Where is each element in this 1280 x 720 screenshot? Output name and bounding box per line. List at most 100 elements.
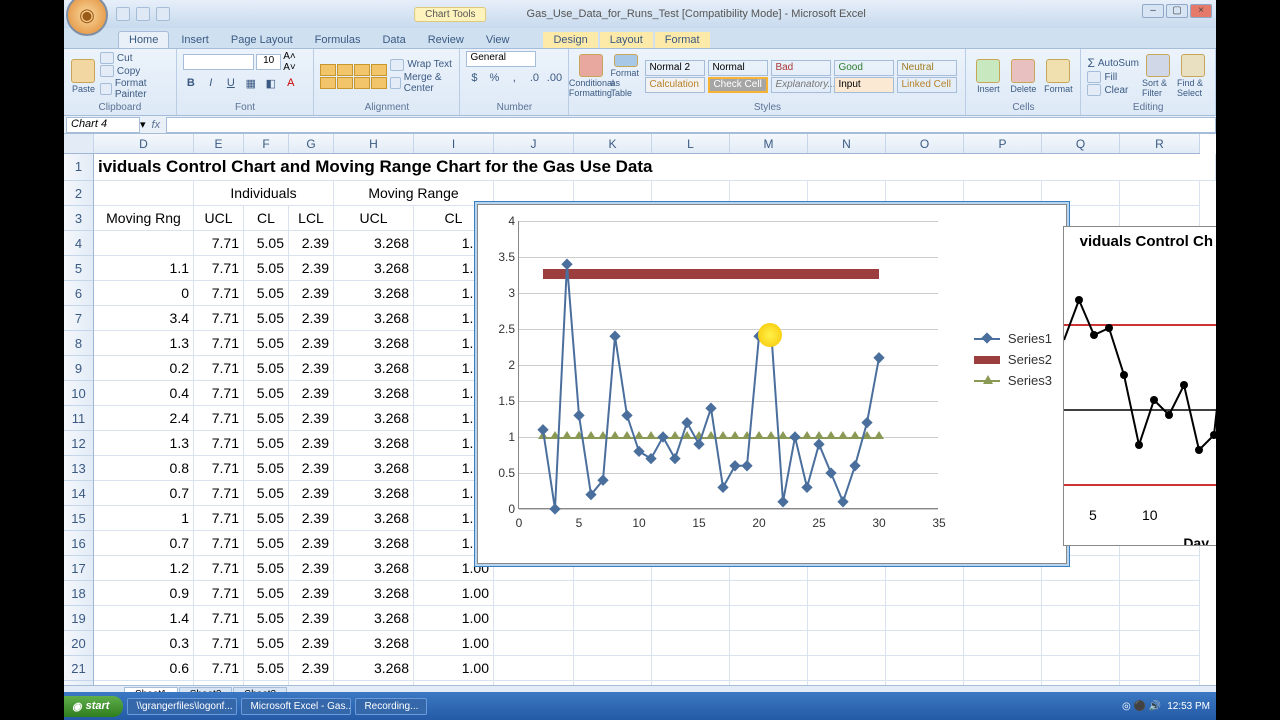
col-header-L[interactable]: L bbox=[652, 134, 730, 153]
col-header-O[interactable]: O bbox=[886, 134, 964, 153]
tab-page-layout[interactable]: Page Layout bbox=[221, 32, 303, 48]
worksheet-area[interactable]: DEFGHIJKLMNOPQR 123456789101112131415161… bbox=[64, 134, 1216, 685]
cut-button[interactable]: Cut bbox=[100, 52, 170, 64]
tab-formulas[interactable]: Formulas bbox=[305, 32, 371, 48]
taskbar-item-1[interactable]: \\grangerfiles\logonf... bbox=[127, 698, 237, 715]
system-tray[interactable]: ◎ ⚫ 🔊12:53 PM bbox=[1122, 701, 1216, 712]
delete-cells-button[interactable]: Delete bbox=[1007, 54, 1039, 98]
chart-plot-area[interactable]: 00.511.522.533.5405101520253035 bbox=[518, 221, 938, 509]
number-format-select[interactable]: General bbox=[466, 51, 536, 67]
minimize-button[interactable]: – bbox=[1142, 4, 1164, 18]
format-painter-button[interactable]: Format Painter bbox=[100, 78, 170, 100]
tab-design[interactable]: Design bbox=[543, 32, 597, 48]
style-input[interactable]: Input bbox=[834, 77, 894, 93]
format-cells-button[interactable]: Format bbox=[1042, 54, 1074, 98]
insert-cells-button[interactable]: Insert bbox=[972, 54, 1004, 98]
col-header-J[interactable]: J bbox=[494, 134, 574, 153]
font-color-button[interactable]: A bbox=[283, 77, 299, 90]
fill-button[interactable]: Fill bbox=[1087, 71, 1139, 83]
bold-button[interactable]: B bbox=[183, 77, 199, 90]
col-header-G[interactable]: G bbox=[289, 134, 334, 153]
tab-insert[interactable]: Insert bbox=[171, 32, 219, 48]
row-header-18[interactable]: 18 bbox=[64, 581, 93, 606]
col-header-K[interactable]: K bbox=[574, 134, 652, 153]
chart-legend[interactable]: Series1 Series2 Series3 bbox=[974, 325, 1052, 394]
taskbar-item-2[interactable]: Microsoft Excel - Gas... bbox=[241, 698, 351, 715]
clear-button[interactable]: Clear bbox=[1087, 84, 1139, 96]
namebox-dropdown[interactable]: ▾ bbox=[140, 118, 146, 131]
style-linked-cell[interactable]: Linked Cell bbox=[897, 77, 957, 93]
style-neutral[interactable]: Neutral bbox=[897, 60, 957, 76]
font-select[interactable] bbox=[183, 54, 254, 70]
row-header-19[interactable]: 19 bbox=[64, 606, 93, 631]
row-header-7[interactable]: 7 bbox=[64, 306, 93, 331]
style-explanatory[interactable]: Explanatory... bbox=[771, 77, 831, 93]
style-normal[interactable]: Normal bbox=[708, 60, 768, 76]
row-header-14[interactable]: 14 bbox=[64, 481, 93, 506]
format-as-table-button[interactable]: Format as Table bbox=[610, 54, 642, 98]
underline-button[interactable]: U bbox=[223, 77, 239, 90]
col-header-I[interactable]: I bbox=[414, 134, 494, 153]
font-size-select[interactable]: 10 bbox=[256, 54, 281, 70]
maximize-button[interactable]: ▢ bbox=[1166, 4, 1188, 18]
fill-color-button[interactable]: ◧ bbox=[263, 77, 279, 90]
col-header-Q[interactable]: Q bbox=[1042, 134, 1120, 153]
row-header-15[interactable]: 15 bbox=[64, 506, 93, 531]
copy-button[interactable]: Copy bbox=[100, 65, 170, 77]
quick-access-toolbar[interactable] bbox=[116, 7, 170, 21]
row-header-9[interactable]: 9 bbox=[64, 356, 93, 381]
paste-button[interactable]: Paste bbox=[70, 54, 97, 98]
col-header-F[interactable]: F bbox=[244, 134, 289, 153]
style-check-cell[interactable]: Check Cell bbox=[708, 77, 768, 93]
conditional-formatting-button[interactable]: Conditional Formatting bbox=[575, 54, 607, 98]
merge-center-button[interactable]: Merge & Center bbox=[390, 72, 453, 94]
tab-review[interactable]: Review bbox=[418, 32, 474, 48]
col-header-E[interactable]: E bbox=[194, 134, 244, 153]
tab-format[interactable]: Format bbox=[655, 32, 710, 48]
row-header-3[interactable]: 3 bbox=[64, 206, 93, 231]
close-button[interactable]: × bbox=[1190, 4, 1212, 18]
row-header-17[interactable]: 17 bbox=[64, 556, 93, 581]
tab-view[interactable]: View bbox=[476, 32, 520, 48]
style-calculation[interactable]: Calculation bbox=[645, 77, 705, 93]
col-header-N[interactable]: N bbox=[808, 134, 886, 153]
row-header-8[interactable]: 8 bbox=[64, 331, 93, 356]
italic-button[interactable]: I bbox=[203, 77, 219, 90]
alignment-buttons[interactable] bbox=[320, 64, 387, 89]
col-header-R[interactable]: R bbox=[1120, 134, 1200, 153]
col-header-P[interactable]: P bbox=[964, 134, 1042, 153]
autosum-button[interactable]: ΣAutoSum bbox=[1087, 56, 1139, 70]
fx-icon[interactable]: fx bbox=[152, 119, 161, 131]
embedded-chart[interactable]: 00.511.522.533.5405101520253035 Series1 … bbox=[477, 204, 1067, 564]
tab-data[interactable]: Data bbox=[372, 32, 415, 48]
row-header-6[interactable]: 6 bbox=[64, 281, 93, 306]
wrap-text-button[interactable]: Wrap Text bbox=[390, 59, 453, 71]
col-header-H[interactable]: H bbox=[334, 134, 414, 153]
taskbar-item-3[interactable]: Recording... bbox=[355, 698, 427, 715]
row-header-2[interactable]: 2 bbox=[64, 181, 93, 206]
row-header-16[interactable]: 16 bbox=[64, 531, 93, 556]
row-header-21[interactable]: 21 bbox=[64, 656, 93, 681]
start-button[interactable]: ◉ start bbox=[64, 696, 123, 717]
row-header-20[interactable]: 20 bbox=[64, 631, 93, 656]
row-header-1[interactable]: 1 bbox=[64, 154, 93, 181]
col-header-D[interactable]: D bbox=[94, 134, 194, 153]
style-normal2[interactable]: Normal 2 bbox=[645, 60, 705, 76]
row-header-4[interactable]: 4 bbox=[64, 231, 93, 256]
row-header-13[interactable]: 13 bbox=[64, 456, 93, 481]
select-all-corner[interactable] bbox=[64, 134, 94, 153]
sort-filter-button[interactable]: Sort & Filter bbox=[1142, 54, 1174, 98]
border-button[interactable]: ▦ bbox=[243, 77, 259, 90]
tab-layout[interactable]: Layout bbox=[600, 32, 653, 48]
row-header-11[interactable]: 11 bbox=[64, 406, 93, 431]
col-header-M[interactable]: M bbox=[730, 134, 808, 153]
row-header-5[interactable]: 5 bbox=[64, 256, 93, 281]
find-select-button[interactable]: Find & Select bbox=[1177, 54, 1209, 98]
name-box[interactable]: Chart 4 bbox=[66, 117, 140, 133]
secondary-chart[interactable]: viduals Control Ch 5 10 Day bbox=[1063, 226, 1216, 546]
row-header-12[interactable]: 12 bbox=[64, 431, 93, 456]
formula-bar[interactable] bbox=[166, 117, 1216, 133]
row-header-22[interactable]: 22 bbox=[64, 681, 93, 685]
style-good[interactable]: Good bbox=[834, 60, 894, 76]
style-bad[interactable]: Bad bbox=[771, 60, 831, 76]
